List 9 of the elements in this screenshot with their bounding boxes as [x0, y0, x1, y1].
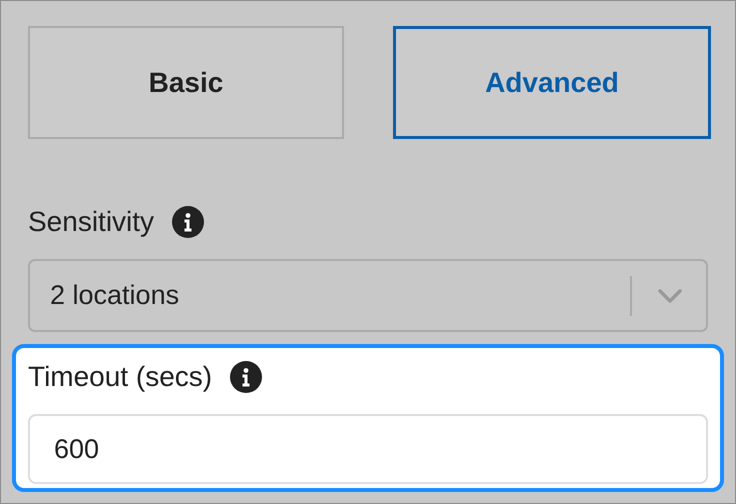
select-field[interactable]: 2 locations	[28, 259, 708, 332]
field-label: Sensitivity	[28, 206, 154, 238]
info-icon[interactable]	[172, 206, 204, 238]
input-field[interactable]: 600	[28, 414, 708, 484]
field-label: Timeout (secs)	[28, 361, 212, 393]
tab[interactable]: Advanced	[393, 26, 711, 139]
tab[interactable]: Basic	[28, 26, 344, 139]
info-icon[interactable]	[230, 361, 262, 393]
chevron-down-icon	[658, 288, 682, 302]
